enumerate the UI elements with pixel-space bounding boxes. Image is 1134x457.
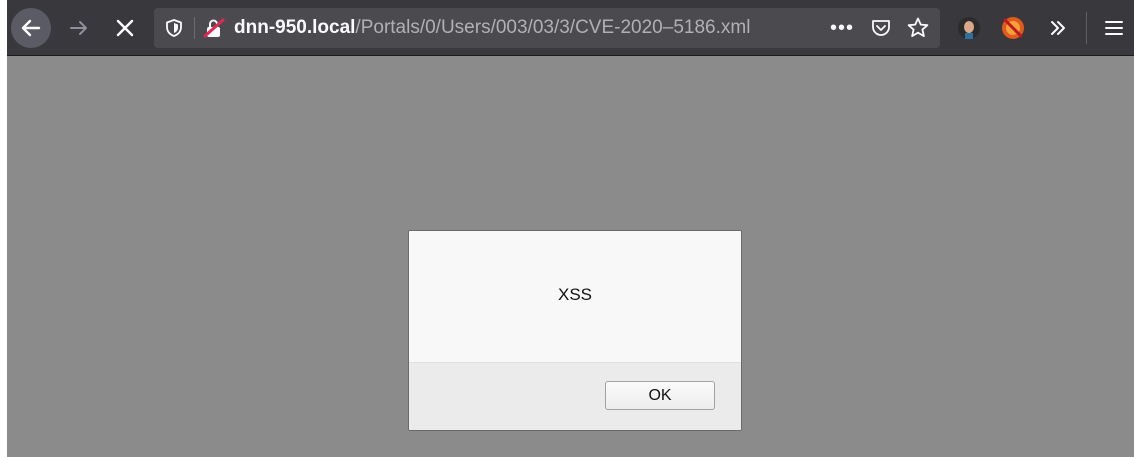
address-bar-divider [194, 17, 195, 39]
pocket-icon[interactable] [870, 17, 892, 39]
insecure-lock-icon[interactable] [203, 18, 225, 38]
close-icon [116, 19, 134, 37]
avatar-extension-icon[interactable] [956, 15, 982, 41]
chevron-double-right-icon [1051, 21, 1065, 35]
toolbar-divider [1086, 12, 1087, 44]
browser-window: dnn-950.local/Portals/0/Users/003/03/3/C… [7, 0, 1134, 457]
back-arrow-icon [21, 19, 41, 37]
alert-dialog: XSS OK [408, 230, 742, 431]
overflow-menu-button[interactable] [1038, 8, 1078, 48]
url-path: /Portals/0/Users/003/03/3/CVE-2020–5186.… [355, 17, 751, 38]
alert-message: XSS [557, 285, 593, 304]
url-host: dnn-950.local [234, 17, 356, 38]
address-bar[interactable]: dnn-950.local/Portals/0/Users/003/03/3/C… [154, 8, 940, 48]
alert-footer: OK [409, 362, 741, 430]
blocked-extension-icon[interactable] [1000, 15, 1026, 41]
stop-button[interactable] [105, 8, 145, 48]
back-button[interactable] [11, 8, 51, 48]
alert-body: XSS [409, 231, 741, 362]
page-actions-button[interactable]: ••• [830, 8, 854, 48]
forward-arrow-icon [70, 21, 87, 35]
browser-toolbar: dnn-950.local/Portals/0/Users/003/03/3/C… [7, 0, 1134, 56]
forward-button[interactable] [59, 8, 99, 48]
shield-icon[interactable] [164, 18, 184, 38]
ok-button[interactable]: OK [605, 381, 715, 410]
main-menu-button[interactable] [1094, 8, 1134, 48]
url-text[interactable]: dnn-950.local/Portals/0/Users/003/03/3/C… [234, 8, 750, 48]
hamburger-menu-icon [1105, 21, 1123, 35]
star-icon[interactable] [906, 16, 930, 40]
